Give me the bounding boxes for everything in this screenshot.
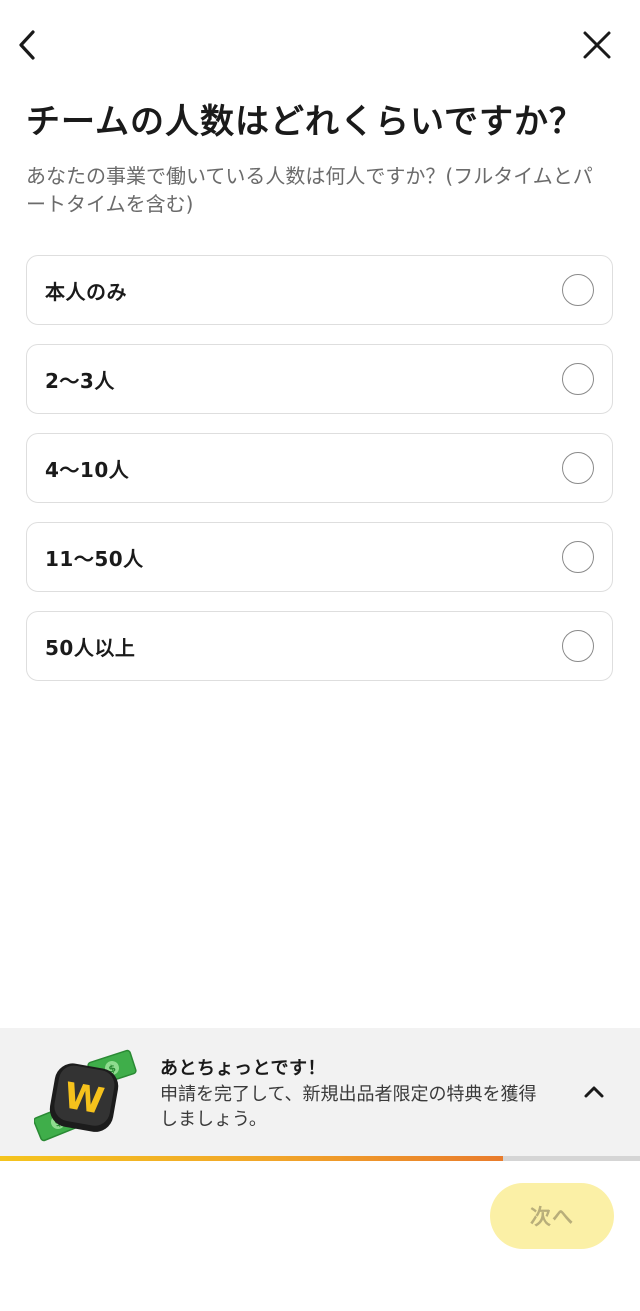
top-bar: [0, 22, 640, 68]
radio-button[interactable]: [562, 452, 594, 484]
radio-button[interactable]: [562, 541, 594, 573]
back-button[interactable]: [4, 22, 50, 68]
option-solo[interactable]: 本人のみ: [26, 255, 613, 325]
option-2-3[interactable]: 2〜3人: [26, 344, 613, 414]
close-button[interactable]: [574, 22, 620, 68]
banner-body: 申請を完了して、新規出品者限定の特典を獲得しましょう。: [160, 1084, 537, 1130]
chevron-up-icon: [584, 1086, 604, 1098]
svg-text:W: W: [61, 1075, 107, 1122]
option-label: 11〜50人: [45, 546, 144, 571]
option-11-50[interactable]: 11〜50人: [26, 522, 613, 592]
page-subtitle: あなたの事業で働いている人数は何人ですか？(フルタイムとパートタイムを含む): [26, 164, 593, 216]
option-label: 50人以上: [45, 635, 136, 660]
page-title: チームの人数はどれくらいですか？: [26, 102, 584, 142]
banner-title: あとちょっとです！: [160, 1058, 326, 1079]
option-4-10[interactable]: 4〜10人: [26, 433, 613, 503]
progress-fill: [0, 1156, 504, 1161]
progress-bar: [0, 1156, 640, 1161]
option-label: 本人のみ: [45, 279, 127, 304]
option-label: 4〜10人: [45, 457, 130, 482]
banner-expand-button[interactable]: [578, 1078, 610, 1106]
option-label: 2〜3人: [45, 368, 115, 393]
radio-button[interactable]: [562, 630, 594, 662]
close-icon: [583, 31, 611, 59]
option-50-plus[interactable]: 50人以上: [26, 611, 613, 681]
radio-button[interactable]: [562, 274, 594, 306]
money-w-badge-illustration: $ $ W: [34, 1049, 137, 1142]
team-size-options: 本人のみ 2〜3人 4〜10人 11〜50人 50人以上: [26, 255, 613, 700]
next-button[interactable]: 次へ: [490, 1183, 614, 1249]
radio-button[interactable]: [562, 363, 594, 395]
chevron-left-icon: [19, 30, 35, 60]
onboarding-screen: チームの人数はどれくらいですか？ あなたの事業で働いている人数は何人ですか？(フ…: [0, 0, 640, 1311]
promo-banner[interactable]: $ $ W あとちょっとです！ 申請を完了して、新規出品者限定の特典を獲得しまし…: [0, 1028, 640, 1156]
